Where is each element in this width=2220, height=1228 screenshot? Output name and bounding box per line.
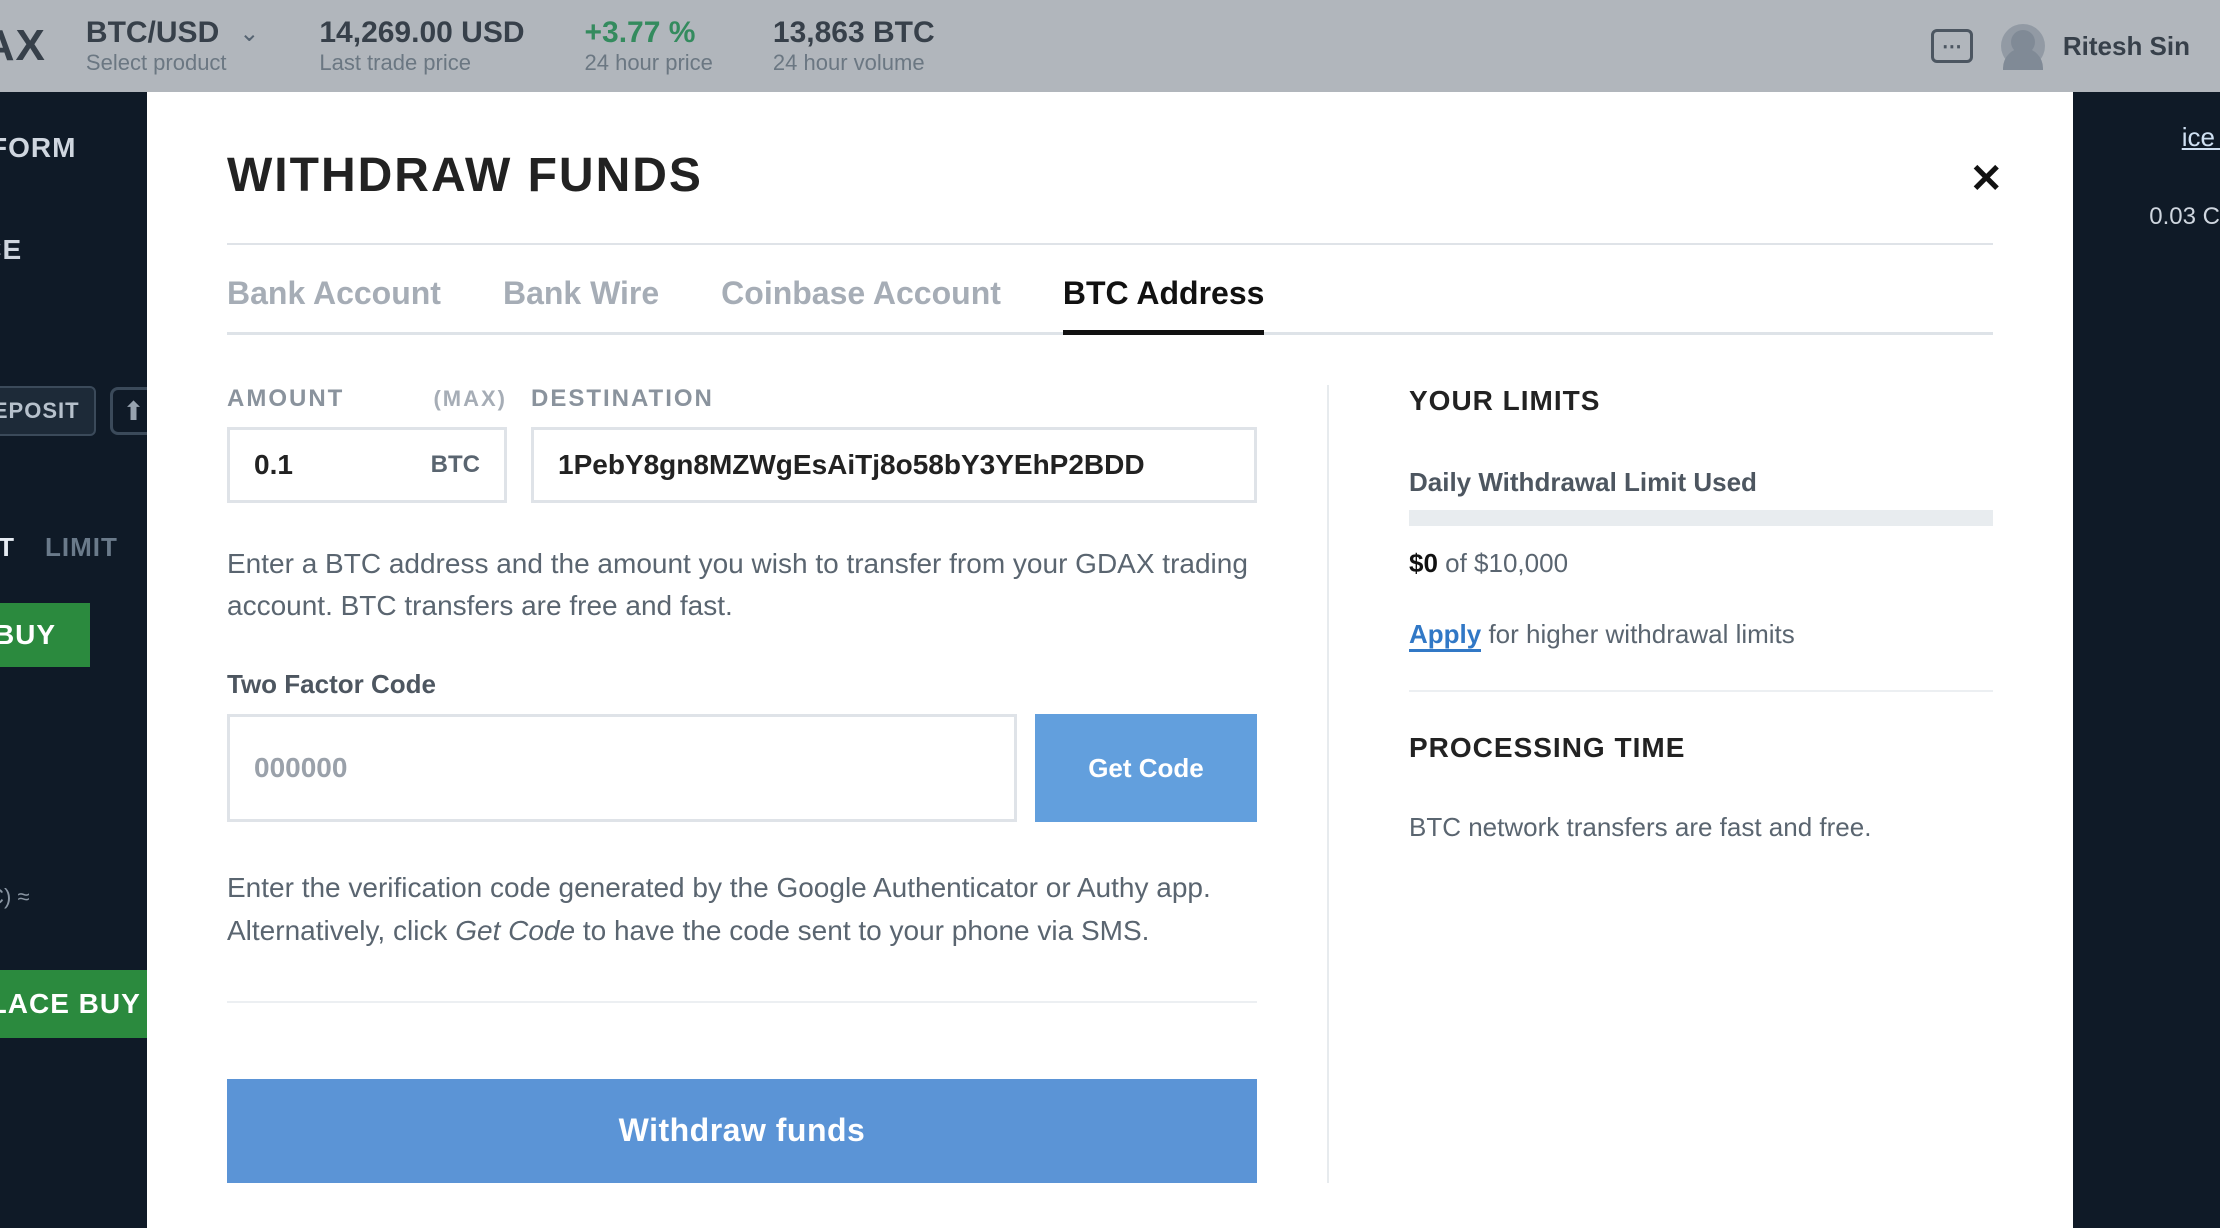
limit-usage-text: $0 of $10,000 <box>1409 548 1993 579</box>
destination-input-wrapper <box>531 427 1257 503</box>
help-text-two-factor: Enter the verification code generated by… <box>227 866 1257 953</box>
apply-link[interactable]: Apply <box>1409 619 1481 652</box>
two-factor-input[interactable] <box>254 752 990 784</box>
processing-time-desc: BTC network transfers are fast and free. <box>1409 812 1993 843</box>
modal-title: WITHDRAW FUNDS <box>227 148 1993 203</box>
max-link[interactable]: (MAX) <box>433 386 507 412</box>
withdraw-form: AMOUNT (MAX) DESTINATION BTC Enter a BTC… <box>227 385 1327 1183</box>
right-divider <box>1409 690 1993 692</box>
withdraw-funds-button[interactable]: Withdraw funds <box>227 1079 1257 1183</box>
modal-overlay: WITHDRAW FUNDS ✕ Bank Account Bank Wire … <box>0 92 2220 1228</box>
two-factor-input-wrapper <box>227 714 1017 822</box>
two-factor-label: Two Factor Code <box>227 669 1257 700</box>
destination-input[interactable] <box>558 449 1230 481</box>
amount-input-wrapper: BTC <box>227 427 507 503</box>
close-icon[interactable]: ✕ <box>1969 156 2003 202</box>
divider <box>227 243 1993 245</box>
header-dimmer <box>0 0 2220 92</box>
destination-label: DESTINATION <box>531 385 714 413</box>
section-divider <box>227 1001 1257 1003</box>
processing-time-title: PROCESSING TIME <box>1409 732 1993 764</box>
apply-limits-text: Apply for higher withdrawal limits <box>1409 619 1993 650</box>
amount-unit: BTC <box>431 451 480 479</box>
help-text-address: Enter a BTC address and the amount you w… <box>227 543 1257 627</box>
get-code-button[interactable]: Get Code <box>1035 714 1257 822</box>
amount-input[interactable] <box>254 449 431 481</box>
tab-bank-account[interactable]: Bank Account <box>227 275 441 332</box>
tab-coinbase-account[interactable]: Coinbase Account <box>721 275 1001 332</box>
withdraw-tabs: Bank Account Bank Wire Coinbase Account … <box>227 275 1993 335</box>
apply-rest-text: for higher withdrawal limits <box>1481 619 1795 649</box>
amount-label: AMOUNT <box>227 385 344 413</box>
your-limits-title: YOUR LIMITS <box>1409 385 1993 417</box>
withdraw-funds-modal: WITHDRAW FUNDS ✕ Bank Account Bank Wire … <box>147 92 2073 1228</box>
tab-bank-wire[interactable]: Bank Wire <box>503 275 659 332</box>
limits-panel: YOUR LIMITS Daily Withdrawal Limit Used … <box>1327 385 1993 1183</box>
limit-progress-bar <box>1409 510 1993 526</box>
tab-btc-address[interactable]: BTC Address <box>1063 275 1265 335</box>
daily-limit-label: Daily Withdrawal Limit Used <box>1409 467 1993 498</box>
